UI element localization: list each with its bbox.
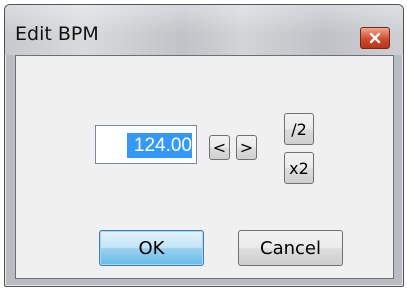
bpm-input-value: 124.00 — [127, 133, 192, 158]
double-bpm-button[interactable]: x2 — [284, 152, 314, 184]
bpm-input[interactable]: 124.00 — [95, 125, 197, 164]
close-icon — [369, 32, 381, 44]
increase-bpm-button[interactable]: > — [236, 135, 257, 160]
window-title: Edit BPM — [15, 23, 99, 45]
cancel-button[interactable]: Cancel — [238, 230, 343, 266]
decrease-bpm-button[interactable]: < — [209, 135, 230, 160]
halve-bpm-button[interactable]: /2 — [284, 113, 314, 145]
edit-bpm-dialog: Edit BPM 124.00 < > /2 x2 OK Cancel — [4, 4, 404, 287]
close-button[interactable] — [360, 27, 390, 49]
title-bar[interactable]: Edit BPM — [5, 5, 403, 55]
dialog-content: 124.00 < > /2 x2 OK Cancel — [15, 55, 394, 279]
ok-button[interactable]: OK — [99, 230, 204, 266]
